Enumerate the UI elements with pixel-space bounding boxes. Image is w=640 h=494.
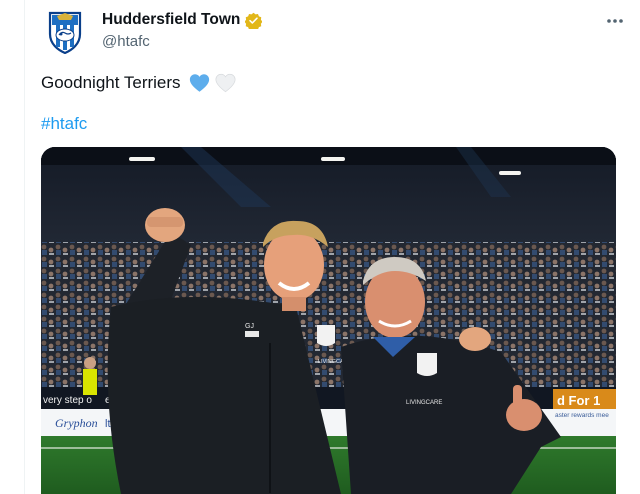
photo-scene: very step o egal d For 1 Gryphon ltamant… [41,147,616,494]
jacket-initials: GJ [245,323,254,330]
club-crest-icon [48,11,82,55]
avatar[interactable] [47,10,83,55]
tweet-body: Goodnight Terriers [41,73,181,92]
board-left-text: Gryphon [55,416,98,430]
tweet-text: Goodnight Terriers [41,73,236,93]
verified-badge-icon [245,12,263,29]
banner-right-text: d For 1 [557,393,600,408]
jacket-sponsor-right: LIVINGCARE [406,400,442,406]
banner-left-text: very step o [43,395,92,406]
author-handle[interactable]: @htafc [102,33,150,50]
more-options-button[interactable] [604,10,626,32]
timeline-divider [24,0,25,494]
tweet[interactable]: Huddersfield Town @htafc Goodnight Terri… [41,0,623,494]
white-heart-icon [215,73,236,93]
blue-heart-icon [189,74,209,92]
more-dots-icon [607,19,623,23]
author-display-name[interactable]: Huddersfield Town [102,11,240,29]
board-right-text: aster rewards mee [555,412,609,419]
hashtag-link[interactable]: #htafc [41,114,87,134]
tweet-photo[interactable]: very step o egal d For 1 Gryphon ltamant… [41,147,616,494]
